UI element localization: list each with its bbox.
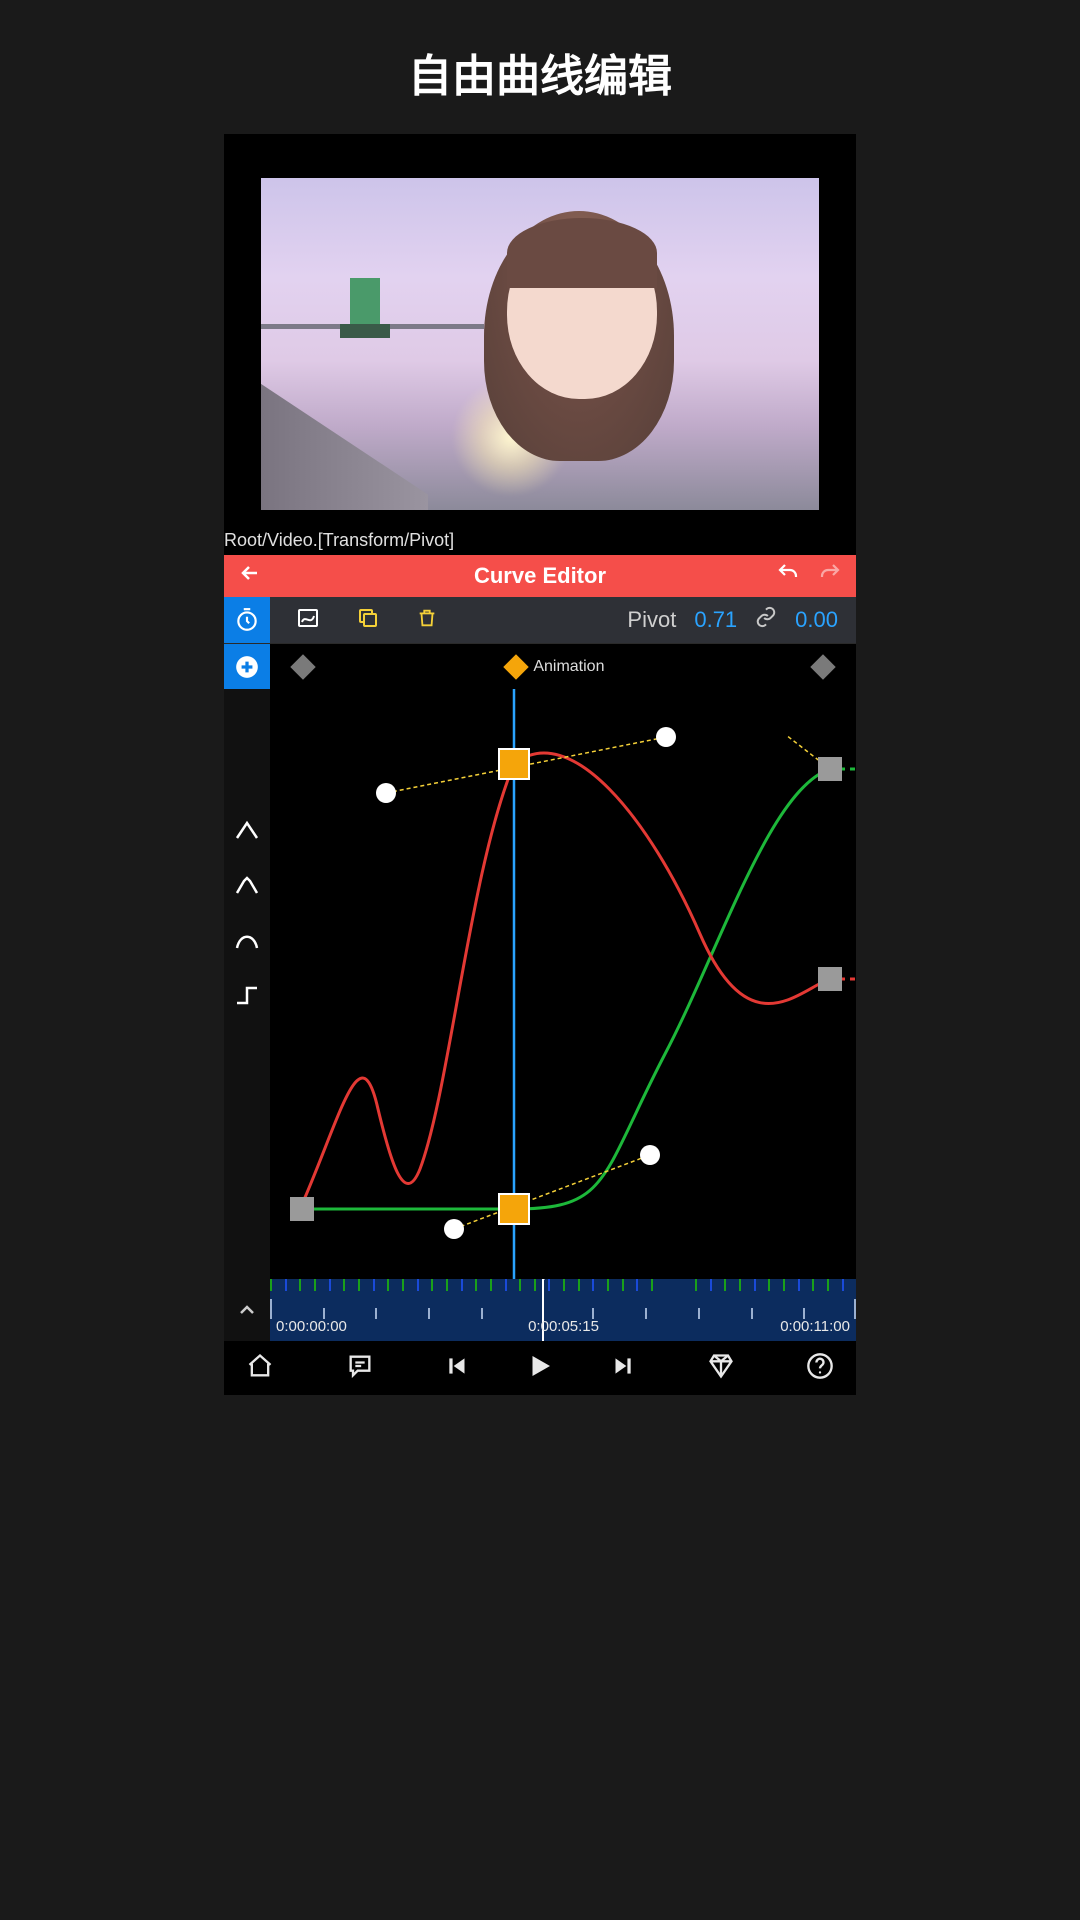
step-forward-icon[interactable] xyxy=(609,1353,635,1384)
copy-icon[interactable] xyxy=(356,606,380,635)
keyframe-label: Animation xyxy=(533,658,604,676)
curve-graph-area xyxy=(224,689,856,1279)
interp-easeboth-icon[interactable] xyxy=(234,874,260,901)
step-back-icon[interactable] xyxy=(445,1353,471,1384)
timeline-collapse-icon[interactable] xyxy=(224,1279,270,1341)
preview-image xyxy=(261,178,819,510)
timeline-end-label: 0:00:11:00 xyxy=(780,1318,850,1335)
page-title: 自由曲线编辑 xyxy=(0,0,1080,134)
interpolation-rail xyxy=(224,689,270,1279)
back-arrow-icon[interactable] xyxy=(238,561,262,592)
play-icon[interactable] xyxy=(525,1351,555,1386)
home-icon[interactable] xyxy=(246,1352,274,1385)
diamond-icon[interactable] xyxy=(707,1352,735,1385)
help-icon[interactable] xyxy=(806,1352,834,1385)
keyframe-marker-start[interactable] xyxy=(290,654,315,679)
interp-step-icon[interactable] xyxy=(234,984,260,1011)
bottom-toolbar xyxy=(224,1341,856,1395)
timeline-mid-label: 0:00:05:15 xyxy=(528,1318,599,1335)
curve-type-icon[interactable] xyxy=(296,606,320,635)
delete-icon[interactable] xyxy=(416,606,438,635)
timeline-ruler[interactable]: 0:00:00:00 0:00:05:15 0:00:11:00 xyxy=(270,1279,856,1341)
timer-tab[interactable] xyxy=(224,597,270,643)
timeline: 0:00:00:00 0:00:05:15 0:00:11:00 xyxy=(224,1279,856,1341)
pivot-value-x[interactable]: 0.71 xyxy=(694,607,737,633)
app-frame: Root/Video.[Transform/Pivot] Curve Edito… xyxy=(224,134,856,1395)
curve-graph[interactable] xyxy=(270,689,856,1279)
keyframe-marker-active[interactable] xyxy=(504,654,529,679)
interp-bezier-icon[interactable] xyxy=(234,929,260,956)
comment-icon[interactable] xyxy=(346,1352,374,1385)
path-label: Root/Video.[Transform/Pivot] xyxy=(224,524,856,555)
timeline-start-label: 0:00:00:00 xyxy=(276,1318,347,1335)
video-preview xyxy=(224,134,856,524)
undo-icon[interactable] xyxy=(776,561,800,591)
pivot-label: Pivot xyxy=(627,607,676,633)
link-icon[interactable] xyxy=(755,606,777,634)
redo-icon[interactable] xyxy=(818,561,842,591)
curve-subtoolbar: Pivot 0.71 0.00 xyxy=(224,597,856,643)
keyframe-marker-end[interactable] xyxy=(810,654,835,679)
editor-title: Curve Editor xyxy=(224,563,856,589)
curve-editor-header: Curve Editor xyxy=(224,555,856,597)
add-keyframe-button[interactable] xyxy=(224,644,270,690)
interp-linear-icon[interactable] xyxy=(234,819,260,846)
pivot-value-y[interactable]: 0.00 xyxy=(795,607,838,633)
keyframe-row: Animation xyxy=(224,643,856,689)
